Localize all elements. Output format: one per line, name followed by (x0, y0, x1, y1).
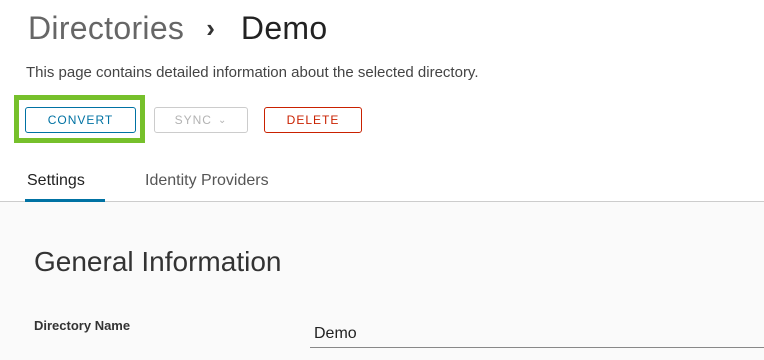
directory-name-label: Directory Name (34, 318, 131, 333)
convert-button[interactable]: CONVERT (25, 107, 136, 133)
tab-identity-providers[interactable]: Identity Providers (145, 172, 269, 190)
sync-dropdown-button[interactable]: SYNC ⌄ (154, 107, 248, 133)
convert-button-label: CONVERT (47, 113, 114, 127)
page-description: This page contains detailed information … (26, 64, 479, 81)
directory-name-input[interactable] (310, 320, 764, 348)
section-title: General Information (34, 246, 282, 277)
tab-settings[interactable]: Settings (27, 172, 85, 190)
breadcrumb: Directories › Demo (28, 6, 327, 50)
page-header: Directories › Demo This page contains de… (0, 0, 764, 202)
breadcrumb-directories-link[interactable]: Directories (28, 10, 184, 47)
chevron-down-icon: ⌄ (217, 114, 228, 126)
delete-button-label: DELETE (286, 113, 340, 127)
page-title: Demo (240, 9, 328, 46)
breadcrumb-chevron-icon: › (206, 12, 215, 43)
settings-panel: General Information Directory Name (0, 202, 764, 360)
sync-button-label: SYNC (174, 113, 212, 127)
delete-button[interactable]: DELETE (264, 107, 362, 133)
tab-bar: Settings Identity Providers (0, 168, 764, 202)
